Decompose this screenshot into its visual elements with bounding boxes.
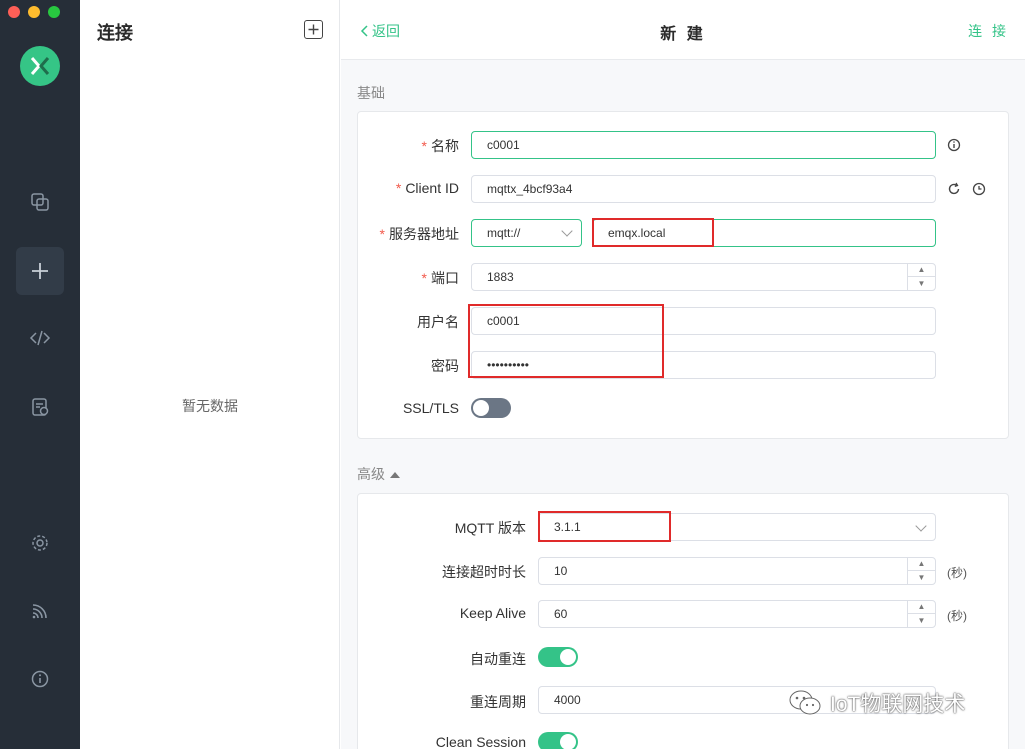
clean-session-toggle[interactable]: [538, 732, 578, 749]
timeout-unit: (秒): [947, 566, 967, 580]
watermark: IoT物联网技术: [788, 688, 965, 718]
keep-alive-input[interactable]: 60 ▲ ▼: [538, 600, 936, 628]
protocol-select[interactable]: mqtt://: [471, 219, 582, 247]
port-input[interactable]: 1883 ▲ ▼: [471, 263, 936, 291]
caret-up-icon: [390, 471, 400, 478]
new-connection-icon[interactable]: [16, 247, 64, 295]
connection-list-panel: 连接 暂无数据: [80, 0, 340, 749]
ssl-label: SSL/TLS: [402, 400, 459, 416]
nav-rail: [0, 0, 80, 749]
window-controls: [8, 6, 60, 18]
new-connection-form: 返回 新 建 连 接 基础 * 名称 c0001 * Client ID mqttx…: [341, 0, 1025, 749]
timeout-input[interactable]: 10 ▲ ▼: [538, 557, 936, 585]
advanced-section-label: 高级: [357, 466, 385, 482]
clock-icon[interactable]: [972, 182, 986, 196]
port-value: 1883: [487, 270, 514, 284]
keep-alive-value: 60: [554, 607, 568, 621]
zoom-window-button[interactable]: [48, 6, 60, 18]
keep-alive-unit: (秒): [947, 609, 967, 623]
auto-reconnect-label: 自动重连: [470, 651, 526, 667]
minimize-window-button[interactable]: [28, 6, 40, 18]
mqtt-version-highlight-box: [538, 511, 671, 542]
mqttx-logo: [20, 46, 60, 86]
name-input[interactable]: c0001: [471, 131, 936, 159]
connect-button[interactable]: 连 接: [968, 21, 1009, 41]
port-label: * 端口: [421, 270, 459, 286]
host-highlight-box: [592, 218, 714, 247]
about-icon[interactable]: [16, 655, 64, 703]
form-header: 返回 新 建 连 接: [341, 0, 1025, 60]
chevron-down-icon: [561, 225, 573, 237]
list-title: 连接: [97, 23, 133, 43]
clean-session-label: Clean Session: [435, 734, 526, 749]
page-title: 新 建: [660, 26, 706, 43]
empty-state-text: 暂无数据: [182, 398, 238, 414]
protocol-value: mqtt://: [487, 226, 521, 240]
basic-card: * 名称 c0001 * Client ID mqttx_4bcf93a4 * 服务器…: [357, 111, 1009, 439]
credentials-highlight-box: [468, 304, 664, 378]
username-label: 用户名: [417, 314, 459, 330]
auto-reconnect-toggle[interactable]: [538, 647, 578, 667]
port-stepper[interactable]: ▲ ▼: [907, 264, 935, 290]
add-connection-button[interactable]: [304, 20, 323, 39]
client-id-input[interactable]: mqttx_4bcf93a4: [471, 175, 936, 203]
info-icon[interactable]: [947, 138, 961, 152]
decrement-icon[interactable]: ▼: [908, 277, 935, 290]
subscribe-feed-icon[interactable]: [16, 587, 64, 635]
decrement-icon[interactable]: ▼: [908, 571, 935, 584]
reconnect-period-label: 重连周期: [470, 694, 526, 710]
keep-alive-stepper[interactable]: ▲ ▼: [907, 601, 935, 627]
timeout-value: 10: [554, 564, 568, 578]
name-label: * 名称: [421, 138, 459, 154]
client-id-label: * Client ID: [395, 180, 459, 196]
watermark-text: IoT物联网技术: [830, 693, 966, 716]
connections-icon[interactable]: [16, 178, 64, 226]
plus-icon: [308, 24, 319, 35]
timeout-stepper[interactable]: ▲ ▼: [907, 558, 935, 584]
wechat-icon: [789, 690, 821, 715]
keep-alive-label: Keep Alive: [459, 605, 526, 621]
log-icon[interactable]: [16, 383, 64, 431]
close-window-button[interactable]: [8, 6, 20, 18]
decrement-icon[interactable]: ▼: [908, 614, 935, 627]
settings-icon[interactable]: [16, 519, 64, 567]
chevron-down-icon: [915, 520, 927, 532]
advanced-section-toggle[interactable]: 高级: [357, 464, 400, 484]
basic-section-label: 基础: [357, 85, 385, 101]
ssl-toggle[interactable]: [471, 398, 511, 418]
refresh-icon[interactable]: [947, 182, 961, 196]
host-label: * 服务器地址: [379, 226, 459, 242]
timeout-label: 连接超时时长: [442, 564, 526, 580]
script-icon[interactable]: [16, 314, 64, 362]
mqtt-version-label: MQTT 版本: [454, 520, 526, 536]
password-label: 密码: [431, 358, 459, 374]
